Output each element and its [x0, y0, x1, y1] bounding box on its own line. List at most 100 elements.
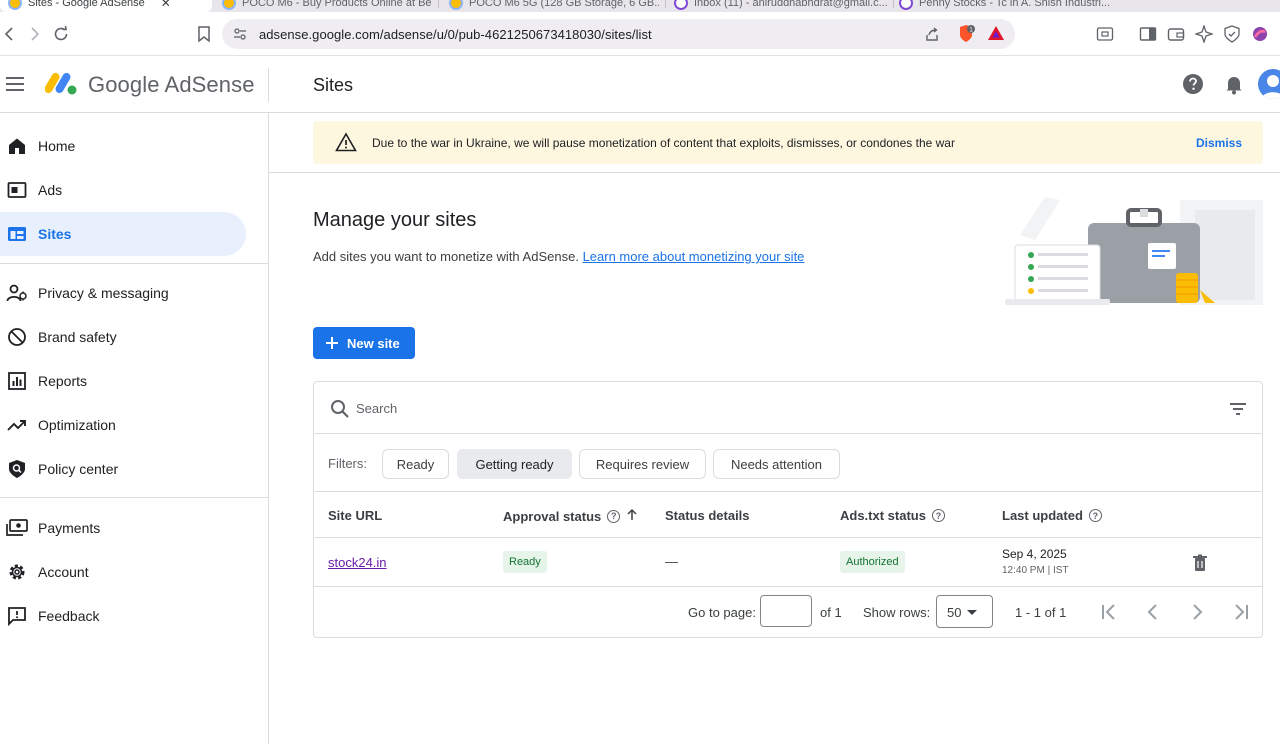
sidebar-divider — [0, 263, 268, 264]
learn-more-link[interactable]: Learn more about monetizing your site — [583, 249, 805, 264]
filter-list-icon[interactable] — [1228, 399, 1248, 419]
bookmark-icon[interactable] — [194, 24, 214, 44]
site-url-link[interactable]: stock24.in — [328, 555, 387, 570]
sidebar-item-label: Payments — [38, 520, 101, 536]
sidebar-item-privacy-messaging[interactable]: Privacy & messaging — [0, 271, 246, 315]
browser-tab[interactable]: POCO M6 5G (128 GB Storage, 6 GB... — [449, 0, 659, 12]
search-input[interactable] — [356, 396, 1206, 420]
sidebar-item-home[interactable]: Home — [0, 124, 246, 168]
main-menu-icon[interactable] — [6, 73, 28, 95]
site-settings-icon[interactable] — [233, 27, 247, 46]
reload-icon[interactable] — [51, 24, 71, 44]
content-divider — [269, 172, 1280, 173]
back-icon[interactable] — [0, 24, 20, 44]
brand-name[interactable]: Google AdSense — [88, 72, 255, 98]
sidebar-item-label: Brand safety — [38, 329, 117, 345]
help-icon[interactable] — [1182, 73, 1204, 95]
browser-tab[interactable]: POCO M6 - Buy Products Online at Be... — [222, 0, 432, 12]
adsense-logo-icon[interactable] — [44, 69, 79, 97]
go-to-page-label: Go to page: — [688, 605, 756, 620]
brave-rewards-icon[interactable] — [987, 25, 1005, 46]
last-page-icon[interactable] — [1230, 601, 1252, 623]
sites-table-card: Filters: Ready Getting ready Requires re… — [313, 381, 1263, 638]
sidebar-item-account[interactable]: Account — [0, 550, 246, 594]
help-circle-icon[interactable]: ? — [607, 509, 621, 523]
rows-per-page-select[interactable]: 50 — [936, 595, 993, 628]
column-ads-txt-status[interactable]: Ads.txt status ? — [840, 508, 945, 523]
browser-tab[interactable]: Inbox (11) - aniruddhabhdrat@gmail.c... — [674, 0, 889, 12]
favicon-icon — [899, 0, 913, 10]
help-circle-icon[interactable]: ? — [931, 509, 945, 522]
sidebar-item-payments[interactable]: Payments — [0, 506, 246, 550]
brave-shields-icon[interactable]: 1 — [956, 24, 976, 49]
sort-ascending-icon[interactable] — [626, 508, 638, 524]
adsense-favicon-icon — [8, 0, 22, 10]
sidebar-item-policy-center[interactable]: Policy center — [0, 447, 246, 491]
column-label: Approval status — [503, 508, 602, 524]
browser-tab-active[interactable]: Sites - Google AdSense ✕ — [0, 0, 212, 12]
sidebar-item-optimization[interactable]: Optimization — [0, 403, 246, 447]
page-count-label: of 1 — [820, 605, 842, 620]
sidebar-item-label: Policy center — [38, 461, 119, 477]
privacy-icon — [6, 282, 28, 304]
browser-tab-strip: Sites - Google AdSense ✕ POCO M6 - Buy P… — [0, 0, 1280, 12]
column-approval-status[interactable]: Approval status ? — [503, 508, 638, 524]
browser-tab[interactable]: Penny Stocks - Tc in A. Shish Industri..… — [899, 0, 1114, 12]
reader-mode-icon[interactable] — [1095, 24, 1115, 44]
tab-title: POCO M6 - Buy Products Online at Be... — [242, 0, 432, 9]
account-avatar[interactable] — [1258, 69, 1280, 99]
forward-icon[interactable] — [24, 24, 44, 44]
sidebar-item-reports[interactable]: Reports — [0, 359, 246, 403]
sidebar-item-brand-safety[interactable]: Brand safety — [0, 315, 246, 359]
next-page-icon[interactable] — [1186, 601, 1208, 623]
sidebar-item-sites[interactable]: Sites — [0, 212, 246, 256]
feedback-icon — [6, 605, 28, 627]
trending-icon — [6, 414, 28, 436]
tab-title: Penny Stocks - Tc in A. Shish Industri..… — [919, 0, 1111, 9]
table-header: Site URL Approval status ? Status detail… — [314, 493, 1262, 538]
page-number-input[interactable] — [760, 595, 812, 627]
policy-icon — [6, 458, 28, 480]
vpn-icon[interactable] — [1222, 24, 1242, 44]
column-status-details[interactable]: Status details — [665, 508, 750, 523]
share-icon[interactable] — [924, 26, 940, 47]
wallet-icon[interactable] — [1166, 24, 1186, 44]
column-site-url[interactable]: Site URL — [328, 508, 382, 523]
sidebar-item-label: Feedback — [38, 608, 100, 624]
banner-message: Due to the war in Ukraine, we will pause… — [372, 136, 955, 150]
previous-page-icon[interactable] — [1142, 601, 1164, 623]
filter-chip-needs-attention[interactable]: Needs attention — [713, 449, 840, 479]
rows-per-page-value: 50 — [947, 605, 962, 620]
table-row: stock24.in Ready — Authorized Sep 4, 202… — [314, 539, 1262, 587]
new-site-button[interactable]: New site — [313, 327, 415, 359]
sidebar-item-feedback[interactable]: Feedback — [0, 594, 246, 638]
block-icon — [6, 326, 28, 348]
show-rows-label: Show rows: — [863, 605, 931, 620]
gear-icon — [6, 561, 28, 583]
search-icon — [330, 399, 350, 419]
address-bar[interactable]: adsense.google.com/adsense/u/0/pub-46212… — [222, 19, 1015, 49]
column-label: Ads.txt status — [840, 508, 926, 523]
filter-chip-requires-review[interactable]: Requires review — [579, 449, 706, 479]
filter-chip-getting-ready[interactable]: Getting ready — [457, 449, 572, 479]
favicon-icon — [222, 0, 236, 10]
dismiss-button[interactable]: Dismiss — [1196, 136, 1242, 150]
last-updated-time: 12:40 PM | IST — [1002, 565, 1069, 576]
first-page-icon[interactable] — [1098, 601, 1120, 623]
delete-icon[interactable] — [1190, 553, 1210, 573]
filter-chip-ready[interactable]: Ready — [382, 449, 449, 479]
column-last-updated[interactable]: Last updated ? — [1002, 508, 1102, 523]
subtitle-text: Add sites you want to monetize with AdSe… — [313, 249, 579, 264]
plus-icon — [324, 335, 340, 351]
tab-separator — [438, 0, 439, 8]
sidebar-item-label: Ads — [38, 182, 63, 198]
notifications-bell-icon[interactable] — [1223, 73, 1245, 95]
close-tab-icon[interactable]: ✕ — [161, 0, 171, 10]
sidebar-toggle-icon[interactable] — [1138, 24, 1158, 44]
help-circle-icon[interactable]: ? — [1088, 509, 1102, 522]
sidebar-item-ads[interactable]: Ads — [0, 168, 246, 212]
approval-status-badge: Ready — [503, 551, 547, 573]
reports-icon — [6, 370, 28, 392]
profile-icon[interactable] — [1250, 24, 1270, 44]
leo-ai-icon[interactable] — [1194, 24, 1214, 44]
